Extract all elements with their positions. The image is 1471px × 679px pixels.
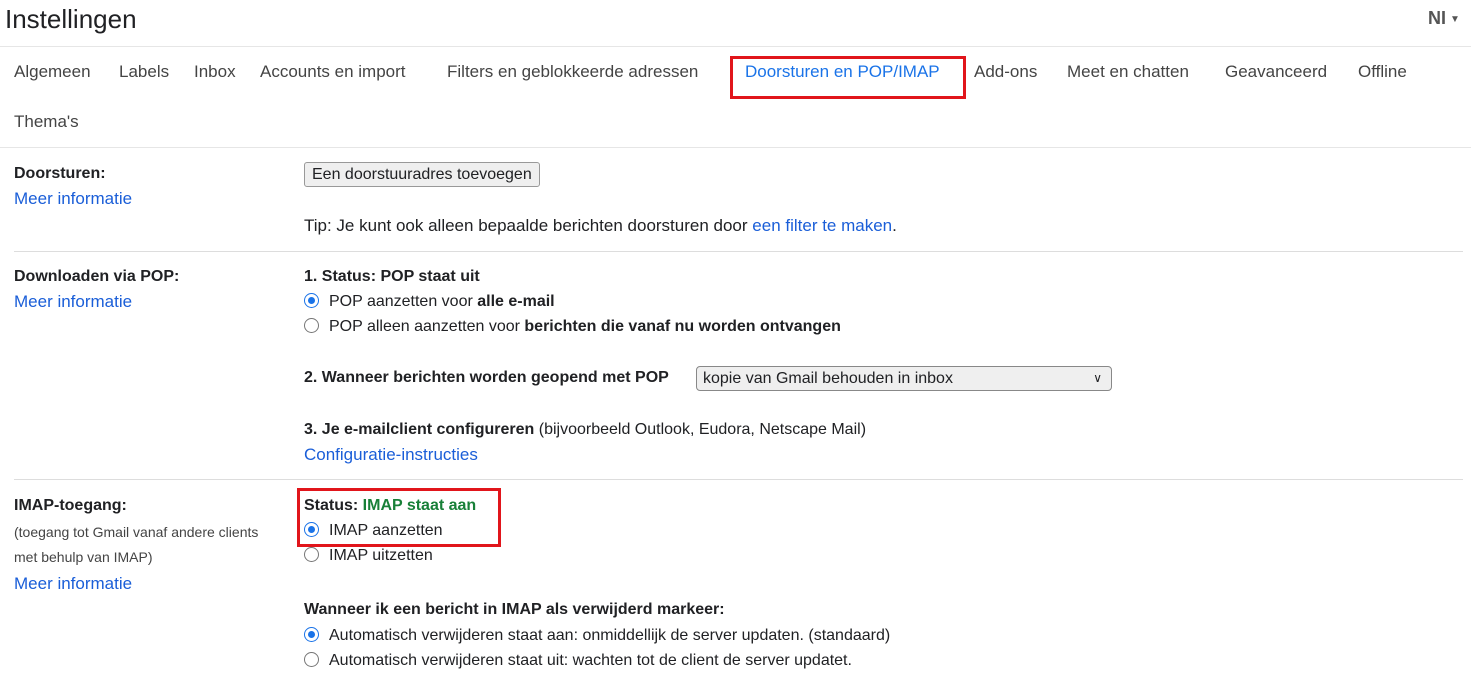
pop-option-all[interactable]: POP aanzetten voor alle e-mail [304, 293, 555, 311]
imap-desc-2: met behulp van IMAP) [14, 549, 153, 565]
highlight-box [297, 488, 501, 547]
pop-status: 1. Status: POP staat uit [304, 268, 480, 285]
divider [0, 147, 1471, 148]
tab-meet-chat[interactable]: Meet en chatten [1067, 62, 1189, 82]
tab-algemeen[interactable]: Algemeen [14, 62, 91, 82]
pop-config: 3. Je e-mailclient configureren (bijvoor… [304, 421, 866, 439]
imap-disable-option[interactable]: IMAP uitzetten [304, 547, 433, 565]
create-filter-link[interactable]: een filter te maken [752, 216, 892, 235]
imap-desc-1: (toegang tot Gmail vanaf andere clients [14, 524, 259, 540]
radio-unselected[interactable] [304, 547, 319, 562]
tip-text: Tip: Je kunt ook alleen bepaalde bericht… [304, 216, 753, 235]
option-text: Automatisch verwijderen staat uit: wacht… [329, 652, 852, 669]
config-instructions-link[interactable]: Configuratie-instructies [304, 445, 478, 465]
forwarding-more-info-link[interactable]: Meer informatie [14, 189, 132, 209]
tip-suffix: . [892, 216, 897, 235]
tab-labels[interactable]: Labels [119, 62, 169, 82]
pop-label: Downloaden via POP: [14, 268, 180, 285]
option-text: IMAP uitzetten [329, 547, 433, 564]
radio-unselected[interactable] [304, 652, 319, 667]
language-selector[interactable]: NI ▼ [1428, 8, 1460, 29]
imap-more-info-link[interactable]: Meer informatie [14, 574, 132, 594]
divider [14, 251, 1463, 252]
divider [14, 479, 1463, 480]
imap-delete-heading: Wanneer ik een bericht in IMAP als verwi… [304, 601, 725, 618]
tab-themes[interactable]: Thema's [14, 112, 79, 132]
pop-action-select[interactable]: kopie van Gmail behouden in inbox ∨ [696, 366, 1112, 391]
config-text: (bijvoorbeeld Outlook, Eudora, Netscape … [534, 421, 867, 438]
radio-selected[interactable] [304, 627, 319, 642]
option-bold: alle e-mail [477, 293, 555, 310]
language-label: NI [1428, 8, 1446, 28]
pop-option-new[interactable]: POP alleen aanzetten voor berichten die … [304, 318, 841, 336]
radio-unselected[interactable] [304, 318, 319, 333]
option-text: POP alleen aanzetten voor [329, 318, 525, 335]
tab-inbox[interactable]: Inbox [194, 62, 236, 82]
pop-more-info-link[interactable]: Meer informatie [14, 292, 132, 312]
highlight-box [730, 56, 966, 99]
auto-expunge-on-option[interactable]: Automatisch verwijderen staat aan: onmid… [304, 627, 890, 645]
option-text: POP aanzetten voor [329, 293, 478, 310]
forwarding-label: Doorsturen: [14, 165, 106, 182]
radio-selected[interactable] [304, 293, 319, 308]
chevron-down-icon: ∨ [1093, 371, 1102, 385]
tab-offline[interactable]: Offline [1358, 62, 1407, 82]
config-bold: 3. Je e-mailclient configureren [304, 421, 535, 438]
tab-addons[interactable]: Add-ons [974, 62, 1037, 82]
select-value: kopie van Gmail behouden in inbox [703, 370, 953, 387]
add-forwarding-address-button[interactable]: Een doorstuuradres toevoegen [304, 162, 540, 187]
page-title: Instellingen [5, 4, 137, 34]
forwarding-tip: Tip: Je kunt ook alleen bepaalde bericht… [304, 216, 897, 236]
caret-down-icon: ▼ [1450, 13, 1460, 25]
option-text: Automatisch verwijderen staat aan: onmid… [329, 627, 891, 644]
divider [0, 46, 1471, 47]
tab-advanced[interactable]: Geavanceerd [1225, 62, 1327, 82]
pop-when-label: 2. Wanneer berichten worden geopend met … [304, 369, 669, 386]
option-bold: berichten die vanaf nu worden ontvangen [524, 318, 841, 335]
auto-expunge-off-option[interactable]: Automatisch verwijderen staat uit: wacht… [304, 652, 852, 670]
tab-filters[interactable]: Filters en geblokkeerde adressen [447, 62, 698, 82]
imap-label: IMAP-toegang: [14, 497, 127, 514]
tab-accounts[interactable]: Accounts en import [260, 62, 406, 82]
